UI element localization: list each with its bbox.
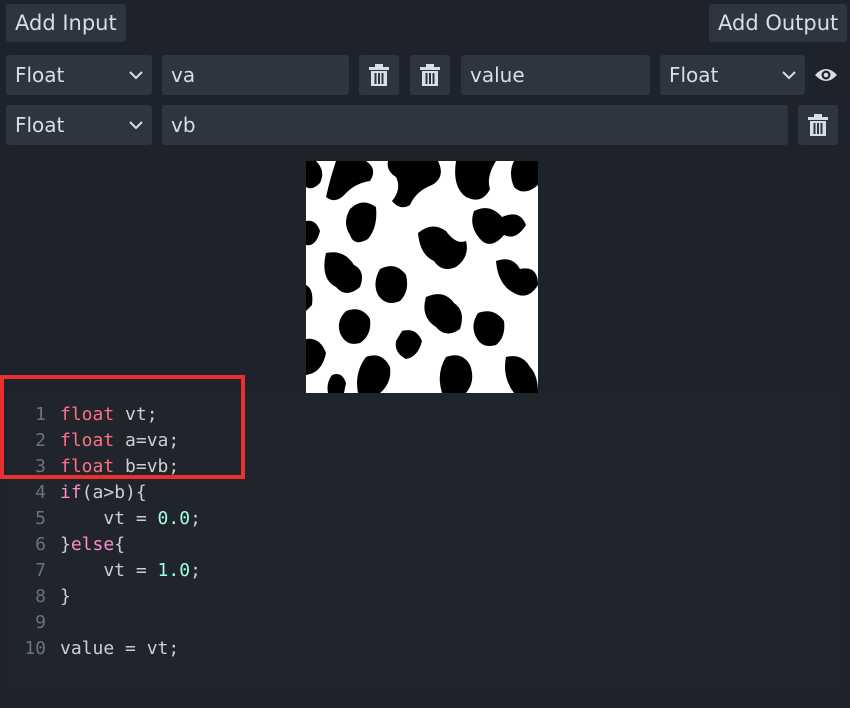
line-number: 3	[35, 456, 46, 477]
line-number: 2	[35, 430, 46, 451]
line-number: 7	[35, 560, 46, 581]
chevron-down-icon	[782, 71, 796, 80]
input-type-label: Float	[15, 63, 65, 87]
shader-node-editor: Add Input Add Output Float va value Floa…	[0, 0, 850, 708]
input-name-field-vb[interactable]: vb	[162, 105, 788, 145]
code-token: (a>b){	[81, 482, 147, 503]
delete-input-button[interactable]	[798, 105, 838, 145]
code-token: ;	[190, 508, 201, 529]
input-name-value: va	[171, 63, 196, 87]
code-token: b=vb;	[114, 456, 180, 477]
noise-preview-image	[306, 161, 538, 393]
trash-icon	[420, 64, 440, 86]
code-token-control: if	[60, 482, 82, 503]
code-line: 2 float a=va;	[6, 428, 838, 454]
line-number: 4	[35, 482, 46, 503]
input-name-field-va[interactable]: va	[162, 55, 349, 95]
code-editor[interactable]: 1 float vt; 2 float a=va; 3 float b=vb; 4 if…	[6, 394, 838, 688]
code-line: 3 float b=vb;	[6, 454, 838, 480]
code-line: 4 if(a>b){	[6, 480, 838, 506]
input-type-select-va[interactable]: Float	[6, 55, 152, 95]
shader-preview	[306, 161, 538, 393]
chevron-down-icon	[129, 71, 143, 80]
code-token: ;	[190, 560, 201, 581]
code-token: }	[60, 586, 71, 607]
code-token: value = vt;	[60, 638, 180, 659]
code-line: 7 vt = 1.0;	[6, 558, 838, 584]
line-number: 5	[35, 508, 46, 529]
code-token: {	[114, 534, 126, 555]
eye-icon	[815, 69, 837, 81]
input-name-value: vb	[171, 113, 196, 137]
code-token-keyword: float	[60, 404, 115, 425]
code-line: 5 vt = 0.0;	[6, 506, 838, 532]
line-number: 10	[24, 638, 46, 659]
trash-icon	[808, 114, 828, 136]
code-token: a=va;	[114, 430, 180, 451]
code-line: 1 float vt;	[6, 402, 838, 428]
output-type-select[interactable]: Float	[660, 55, 805, 95]
code-token: }	[60, 534, 71, 555]
code-token-control: else	[70, 534, 115, 555]
code-token: vt =	[60, 560, 158, 581]
code-line: 9	[6, 610, 838, 636]
add-input-button[interactable]: Add Input	[6, 4, 126, 42]
line-number: 8	[35, 586, 46, 607]
delete-output-button[interactable]	[410, 55, 450, 95]
code-token-keyword: float	[60, 456, 115, 477]
code-token-keyword: float	[60, 430, 115, 451]
line-number: 9	[35, 612, 46, 633]
output-type-label: Float	[669, 63, 719, 87]
code-line: 8}	[6, 584, 838, 610]
output-name-field[interactable]: value	[461, 55, 650, 95]
trash-icon	[369, 64, 389, 86]
output-name-value: value	[470, 63, 525, 87]
code-token-number: 0.0	[157, 508, 191, 529]
input-type-label: Float	[15, 113, 65, 137]
code-line: 6}else{	[6, 532, 838, 558]
code-token: vt;	[114, 404, 158, 425]
delete-input-button[interactable]	[359, 55, 399, 95]
code-line: 10 value = vt;	[6, 636, 838, 662]
input-type-select-vb[interactable]: Float	[6, 105, 152, 145]
visibility-toggle[interactable]	[813, 62, 839, 88]
code-token-number: 1.0	[157, 560, 191, 581]
chevron-down-icon	[129, 121, 143, 130]
line-number: 1	[35, 404, 46, 425]
line-number: 6	[35, 534, 46, 555]
code-token: vt =	[60, 508, 158, 529]
add-output-button[interactable]: Add Output	[709, 4, 848, 42]
